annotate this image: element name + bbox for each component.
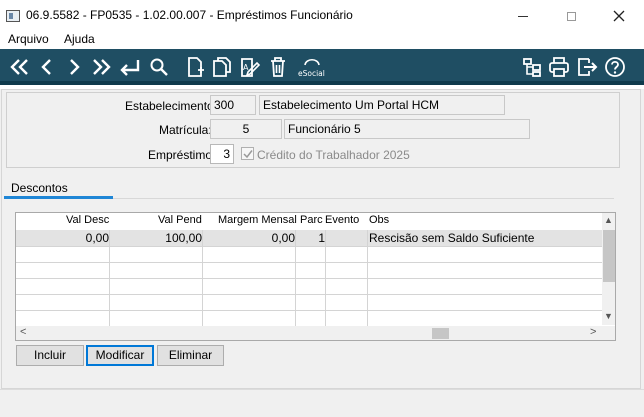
new-document-icon — [188, 57, 204, 77]
title-bar: 06.9.5582 - FP0535 - 1.02.00.007 - Empré… — [0, 0, 644, 31]
close-button[interactable] — [596, 0, 642, 31]
last-record-button[interactable] — [88, 54, 114, 80]
grid-row-divider — [16, 294, 602, 295]
first-record-icon — [10, 59, 28, 75]
copy-icon — [213, 57, 231, 77]
new-document-button[interactable] — [182, 54, 208, 80]
column-val-pend[interactable]: Val Pend — [158, 214, 202, 226]
status-strip — [0, 389, 644, 417]
return-icon — [120, 60, 140, 76]
cell-margem-mensal: 0,00 — [271, 231, 295, 245]
delete-button[interactable] — [265, 54, 291, 80]
estabelecimento-code-field[interactable]: 300 — [210, 95, 256, 115]
emprestimo-checkbox[interactable] — [241, 147, 254, 160]
help-icon — [605, 57, 625, 77]
last-record-icon — [93, 59, 111, 75]
grid-row-divider — [16, 278, 602, 279]
tab-active-indicator — [4, 196, 113, 199]
minimize-button[interactable] — [500, 0, 546, 31]
tree-icon — [523, 58, 541, 77]
emprestimo-label: Empréstimo: — [148, 148, 216, 162]
horizontal-scrollbar[interactable]: < > — [16, 326, 602, 340]
scroll-down-icon[interactable]: ▼ — [604, 311, 613, 321]
modificar-button[interactable]: Modificar — [86, 345, 154, 366]
scroll-left-icon[interactable]: < — [20, 326, 26, 338]
grid-row-divider — [16, 246, 602, 247]
estabelecimento-description: Estabelecimento Um Portal HCM — [259, 95, 505, 115]
first-record-button[interactable] — [7, 54, 33, 80]
svg-text:A: A — [243, 63, 249, 72]
horizontal-scroll-thumb[interactable] — [432, 328, 449, 339]
matricula-description: Funcionário 5 — [284, 119, 530, 139]
window-title: 06.9.5582 - FP0535 - 1.02.00.007 - Empré… — [26, 8, 353, 22]
grid-row-divider — [16, 262, 602, 263]
vertical-scroll-thumb[interactable] — [603, 230, 615, 282]
help-button[interactable] — [602, 54, 628, 80]
maximize-icon — [566, 11, 576, 21]
maximize-button[interactable] — [548, 0, 594, 31]
vertical-scrollbar[interactable]: ▲ ▼ — [602, 213, 615, 325]
delete-icon — [271, 57, 285, 77]
cell-parc: 1 — [318, 231, 325, 245]
scroll-corner — [602, 326, 615, 340]
scroll-up-icon[interactable]: ▲ — [604, 215, 613, 225]
next-record-icon — [70, 59, 80, 75]
minimize-icon — [518, 15, 528, 17]
search-button[interactable] — [146, 54, 172, 80]
grid-row-divider — [16, 310, 602, 311]
exit-button[interactable] — [574, 54, 600, 80]
table-row[interactable]: 0,00 100,00 0,00 1 Rescisão sem Saldo Su… — [16, 230, 602, 246]
toolbar: A eSocial — [0, 49, 644, 85]
return-button[interactable] — [117, 54, 143, 80]
grid-header: Val Desc Val Pend Margem Mensal Parc Eve… — [16, 213, 602, 230]
tab-descontos[interactable]: Descontos — [11, 181, 68, 195]
menu-bar: Arquivo Ajuda — [0, 31, 644, 49]
close-icon — [613, 10, 625, 22]
next-record-button[interactable] — [61, 54, 87, 80]
copy-button[interactable] — [209, 54, 235, 80]
column-evento[interactable]: Evento — [325, 214, 359, 226]
cell-val-desc: 0,00 — [85, 231, 109, 245]
checkmark-icon — [243, 150, 253, 159]
search-icon — [150, 58, 168, 76]
eliminar-button[interactable]: Eliminar — [157, 345, 224, 366]
menu-ajuda[interactable]: Ajuda — [64, 32, 95, 46]
column-val-desc[interactable]: Val Desc — [66, 214, 109, 226]
column-margem-mensal[interactable]: Margem Mensal — [218, 214, 297, 226]
estabelecimento-label: Estabelecimento: — [125, 99, 218, 113]
column-parc[interactable]: Parc — [300, 214, 323, 226]
print-button[interactable] — [546, 54, 572, 80]
column-obs[interactable]: Obs — [369, 214, 389, 226]
svg-text:eSocial: eSocial — [298, 69, 325, 78]
edit-button[interactable]: A — [237, 54, 263, 80]
tree-button[interactable] — [519, 54, 545, 80]
previous-record-button[interactable] — [34, 54, 60, 80]
edit-icon: A — [241, 58, 261, 77]
incluir-button[interactable]: Incluir — [16, 345, 84, 366]
esocial-icon: eSocial — [298, 58, 325, 78]
emprestimo-description: Crédito do Trabalhador 2025 — [257, 148, 410, 162]
matricula-label: Matrícula: — [159, 123, 212, 137]
descontos-grid: Val Desc Val Pend Margem Mensal Parc Eve… — [15, 212, 616, 341]
cell-val-pend: 100,00 — [165, 231, 202, 245]
menu-arquivo[interactable]: Arquivo — [8, 32, 49, 46]
emprestimo-code-field[interactable]: 3 — [210, 144, 234, 164]
print-icon — [549, 57, 569, 77]
scroll-right-icon[interactable]: > — [590, 326, 596, 338]
esocial-button[interactable]: eSocial — [297, 54, 327, 80]
matricula-code-field[interactable]: 5 — [210, 119, 282, 139]
cell-obs: Rescisão sem Saldo Suficiente — [369, 231, 535, 245]
exit-icon — [578, 58, 598, 76]
app-icon — [6, 10, 20, 22]
previous-record-icon — [41, 59, 51, 75]
